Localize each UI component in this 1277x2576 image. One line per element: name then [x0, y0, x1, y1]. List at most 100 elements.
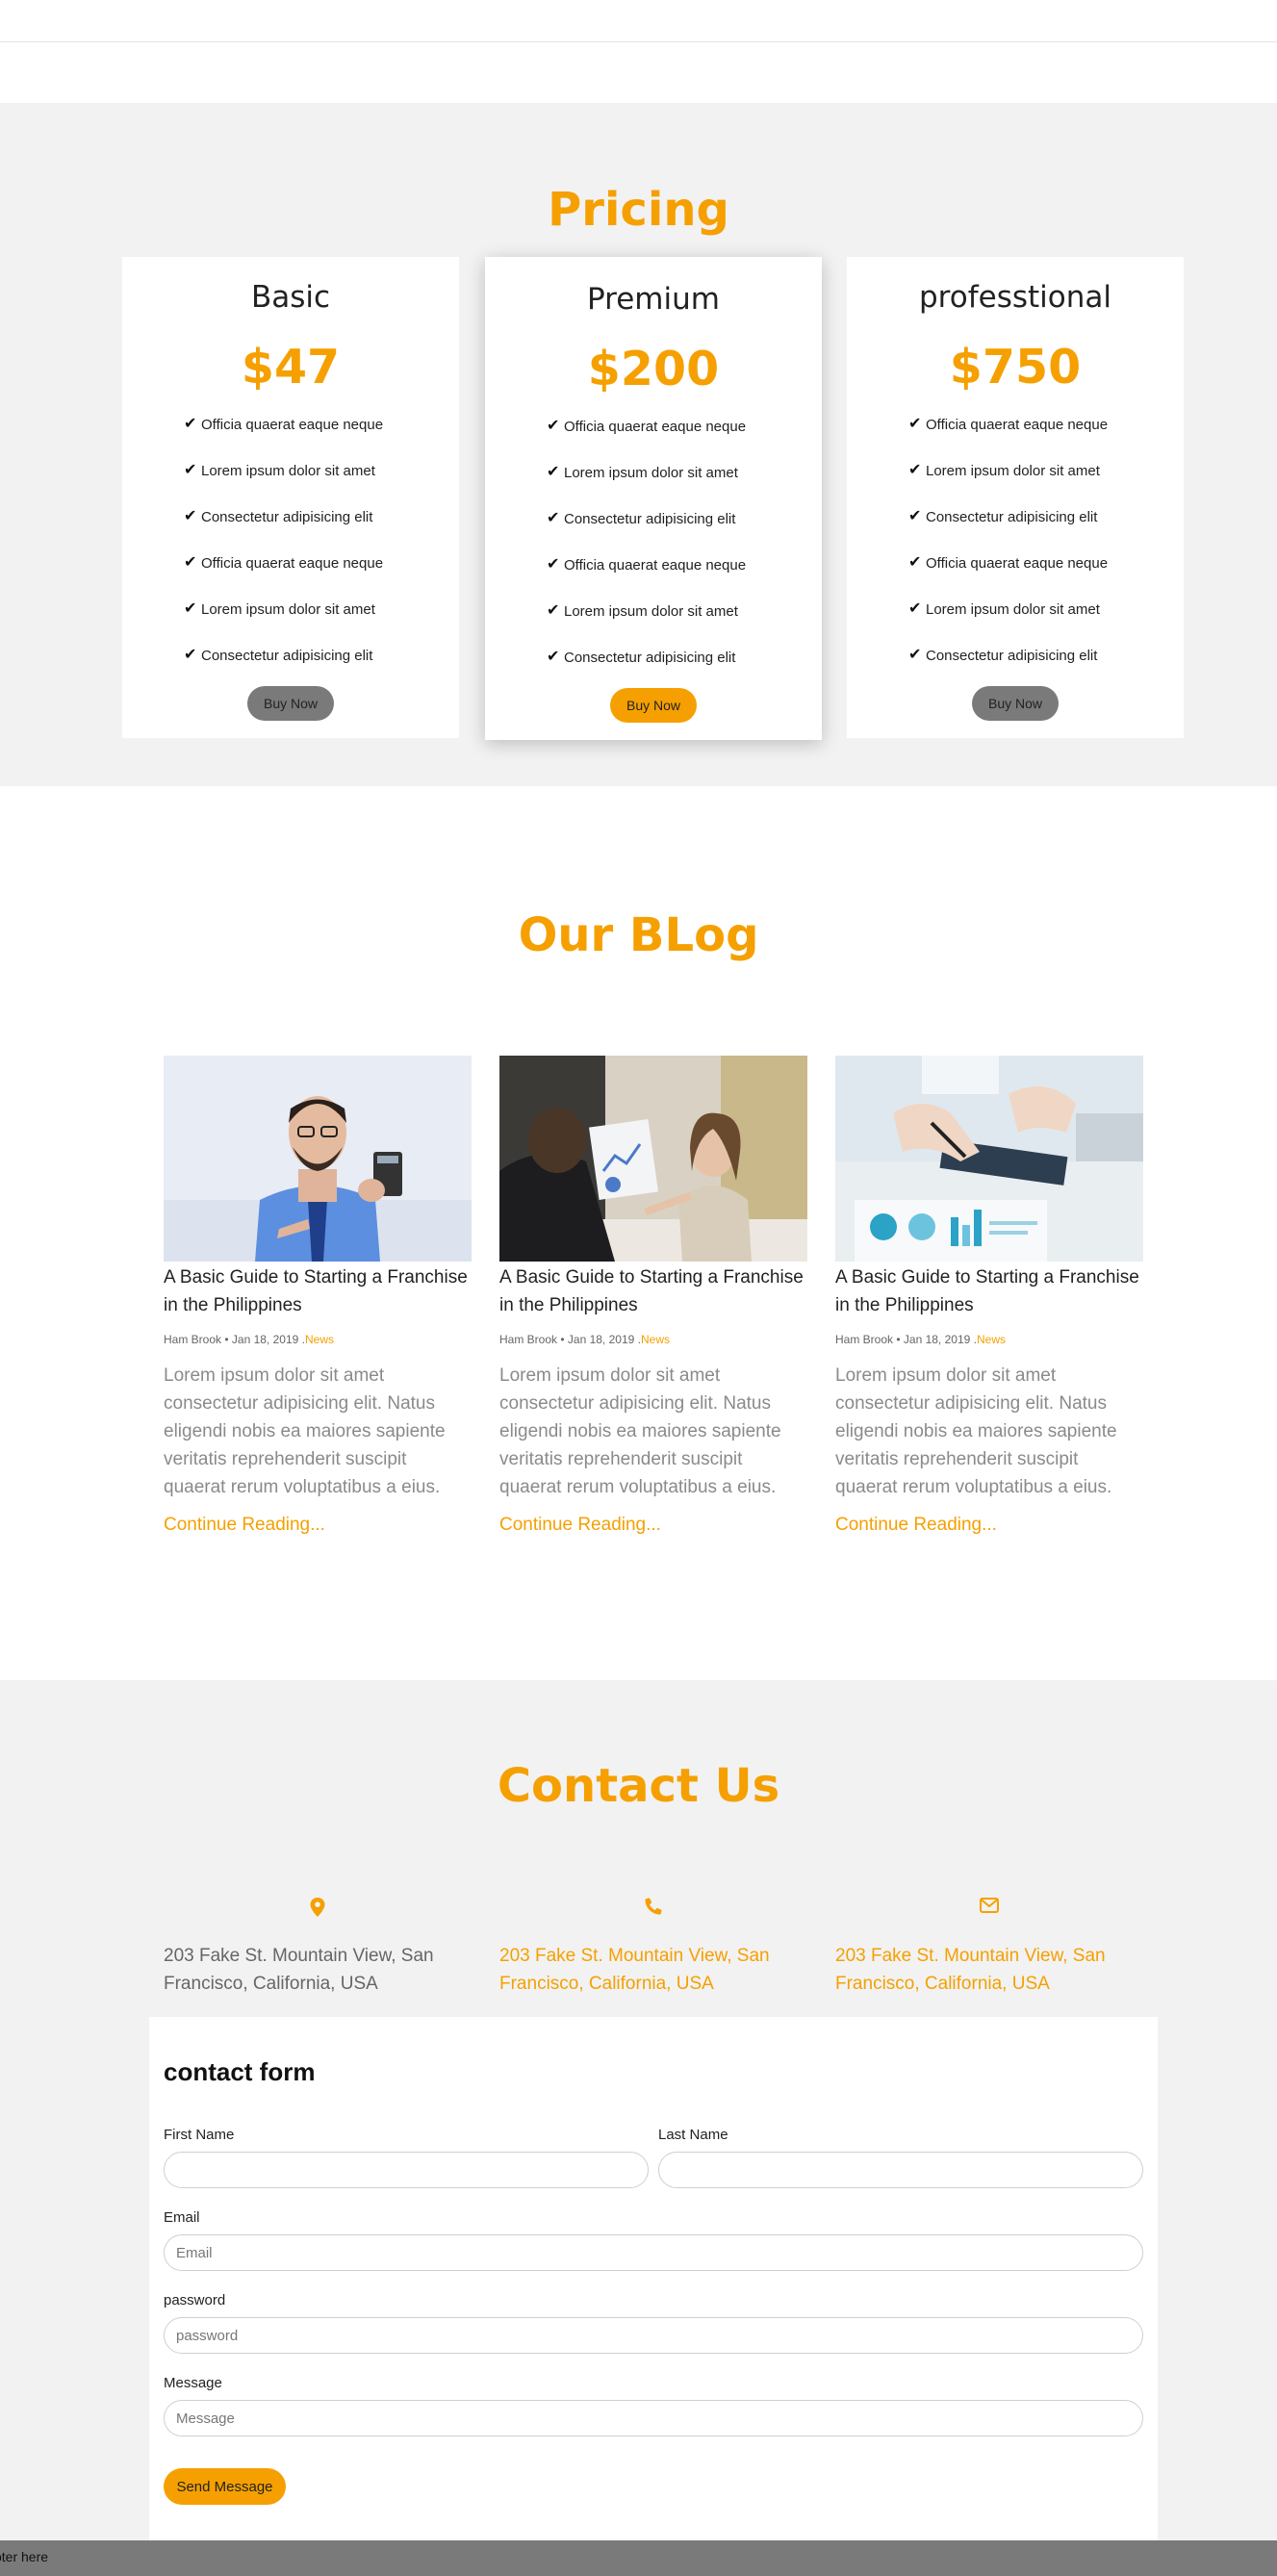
contact-info-text: 203 Fake St. Mountain View, San Francisc…: [164, 1946, 434, 1994]
feature-item: ✔ Officia quaerat eaque neque: [184, 416, 384, 434]
top-nav-bar: [0, 0, 1277, 42]
feature-item: ✔ Officia quaerat eaque neque: [547, 418, 747, 436]
feature-item: ✔ Lorem ipsum dolor sit amet: [908, 600, 1100, 619]
last-name-label: Last Name: [658, 2127, 728, 2143]
send-message-button[interactable]: Send Message: [164, 2468, 286, 2505]
email-label: Email: [164, 2209, 200, 2226]
post-category[interactable]: News: [305, 1333, 334, 1346]
check-icon: ✔: [908, 508, 922, 524]
last-name-input[interactable]: [658, 2152, 1143, 2188]
post-category[interactable]: News: [977, 1333, 1006, 1346]
check-icon: ✔: [184, 554, 197, 571]
message-input[interactable]: [164, 2400, 1143, 2436]
contact-info-phone: 203 Fake St. Mountain View, San Francisc…: [499, 1898, 807, 1998]
buy-now-button[interactable]: Buy Now: [247, 686, 334, 721]
post-date: Jan 18, 2019: [231, 1333, 299, 1346]
check-icon: ✔: [547, 556, 560, 573]
feature-item: ✔ Officia quaerat eaque neque: [184, 554, 384, 573]
financial-charts-photo[interactable]: [835, 1056, 1143, 1262]
post-excerpt: Lorem ipsum dolor sit amet consectetur a…: [164, 1365, 446, 1497]
post-meta: Ham Brook • Jan 18, 2019 .News: [164, 1333, 334, 1346]
blog-post-card: A Basic Guide to Starting a Franchise in…: [499, 1056, 807, 1536]
plan-name: professtional: [919, 280, 1111, 315]
feature-item: ✔ Lorem ipsum dolor sit amet: [908, 462, 1100, 480]
blog-post-card: A Basic Guide to Starting a Franchise in…: [164, 1056, 472, 1536]
password-input[interactable]: [164, 2317, 1143, 2354]
feature-item: ✔ Consectetur adipisicing elit: [547, 510, 736, 528]
plan-price: $750: [949, 340, 1082, 395]
check-icon: ✔: [184, 416, 197, 432]
contact-form: contact form First Name Last Name Email …: [149, 2017, 1158, 2576]
envelope-icon: [835, 1898, 1143, 1923]
post-author: Ham Brook: [499, 1333, 558, 1346]
contact-info-email: 203 Fake St. Mountain View, San Francisc…: [835, 1898, 1143, 1998]
check-icon: ✔: [547, 418, 560, 434]
post-date: Jan 18, 2019: [567, 1333, 635, 1346]
post-title[interactable]: A Basic Guide to Starting a Franchise in…: [499, 1263, 807, 1319]
pricing-card-premium: Premium $200 ✔ Officia quaerat eaque nequ…: [485, 257, 822, 740]
man-with-calculator-photo[interactable]: [164, 1056, 472, 1262]
plan-price: $200: [587, 342, 720, 396]
post-excerpt: Lorem ipsum dolor sit amet consectetur a…: [835, 1365, 1117, 1497]
post-title[interactable]: A Basic Guide to Starting a Franchise in…: [164, 1263, 472, 1319]
buy-now-button[interactable]: Buy Now: [972, 686, 1059, 721]
blog-post-card: A Basic Guide to Starting a Franchise in…: [835, 1056, 1143, 1536]
feature-item: ✔ Lorem ipsum dolor sit amet: [547, 464, 738, 482]
first-name-label: First Name: [164, 2127, 235, 2143]
feature-list: ✔ Officia quaerat eaque neque ✔ Lorem ipsu…: [184, 417, 383, 694]
check-icon: ✔: [908, 600, 922, 617]
pricing-card-basic: Basic $47 ✔ Officia quaerat eaque neque ✔…: [122, 257, 459, 738]
plan-name: Basic: [250, 280, 331, 315]
check-icon: ✔: [547, 510, 560, 526]
feature-item: ✔ Officia quaerat eaque neque: [908, 554, 1109, 573]
feature-item: ✔ Lorem ipsum dolor sit amet: [184, 462, 375, 480]
map-marker-icon: [164, 1898, 472, 1923]
post-category[interactable]: News: [641, 1333, 670, 1346]
contact-info-text[interactable]: 203 Fake St. Mountain View, San Francisc…: [499, 1942, 807, 1998]
contact-title: Contact Us: [497, 1759, 780, 1813]
plan-price: $47: [241, 340, 341, 395]
continue-reading-link[interactable]: Continue Reading...: [164, 1515, 472, 1536]
check-icon: ✔: [547, 649, 560, 665]
pricing-card-professional: professtional $750 ✔ Officia quaerat eaqu…: [847, 257, 1184, 738]
check-icon: ✔: [547, 464, 560, 480]
check-icon: ✔: [184, 462, 197, 478]
business-meeting-photo[interactable]: [499, 1056, 807, 1262]
contact-info-text[interactable]: 203 Fake St. Mountain View, San Francisc…: [835, 1942, 1143, 1998]
feature-item: ✔ Consectetur adipisicing elit: [184, 508, 373, 526]
check-icon: ✔: [184, 647, 197, 663]
buy-now-button[interactable]: Buy Now: [610, 688, 697, 723]
password-label: password: [164, 2292, 226, 2308]
check-icon: ✔: [184, 508, 197, 524]
contact-section: Contact Us 203 Fake St. Mountain View, S…: [0, 1680, 1277, 2576]
post-author: Ham Brook: [164, 1333, 222, 1346]
post-author: Ham Brook: [835, 1333, 894, 1346]
check-icon: ✔: [908, 416, 922, 432]
check-icon: ✔: [908, 554, 922, 571]
feature-item: ✔ Officia quaerat eaque neque: [547, 556, 747, 574]
post-meta: Ham Brook • Jan 18, 2019 .News: [499, 1333, 670, 1346]
phone-icon: [499, 1898, 807, 1923]
plan-name: Premium: [587, 282, 720, 317]
continue-reading-link[interactable]: Continue Reading...: [499, 1515, 807, 1536]
footer-bar: oter here: [0, 2540, 1277, 2576]
feature-item: ✔ Lorem ipsum dolor sit amet: [184, 600, 375, 619]
footer-text: oter here: [0, 2549, 49, 2564]
check-icon: ✔: [184, 600, 197, 617]
post-title[interactable]: A Basic Guide to Starting a Franchise in…: [835, 1263, 1143, 1319]
check-icon: ✔: [547, 602, 560, 619]
feature-list: ✔ Officia quaerat eaque neque ✔ Lorem ipsu…: [547, 419, 746, 696]
feature-list: ✔ Officia quaerat eaque neque ✔ Lorem ipsu…: [908, 417, 1108, 694]
pricing-section: Pricing Basic $47 ✔ Officia quaerat eaque…: [0, 103, 1277, 786]
message-label: Message: [164, 2375, 222, 2391]
first-name-input[interactable]: [164, 2152, 649, 2188]
feature-item: ✔ Consectetur adipisicing elit: [908, 508, 1098, 526]
post-date: Jan 18, 2019: [903, 1333, 971, 1346]
check-icon: ✔: [908, 462, 922, 478]
post-excerpt: Lorem ipsum dolor sit amet consectetur a…: [499, 1365, 781, 1497]
post-meta: Ham Brook • Jan 18, 2019 .News: [835, 1333, 1006, 1346]
contact-info-address: 203 Fake St. Mountain View, San Francisc…: [164, 1898, 472, 1998]
continue-reading-link[interactable]: Continue Reading...: [835, 1515, 1143, 1536]
feature-item: ✔ Lorem ipsum dolor sit amet: [547, 602, 738, 621]
email-input[interactable]: [164, 2234, 1143, 2271]
